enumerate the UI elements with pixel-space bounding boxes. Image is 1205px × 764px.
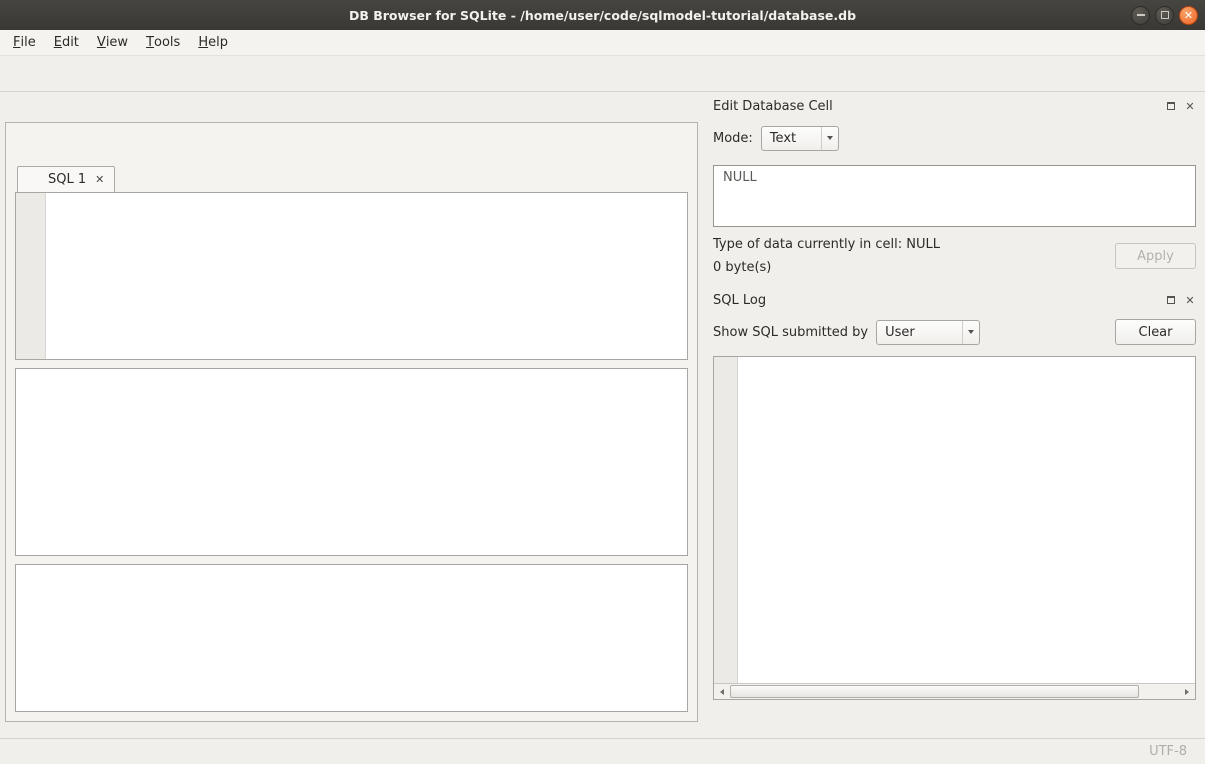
titlebar: DB Browser for SQLite - /home/user/code/… [0,0,1205,30]
results-message[interactable] [15,564,688,712]
main-area: SQL 1 Edit Database Cell [0,92,1205,738]
window-title: DB Browser for SQLite - /home/user/code/… [0,8,1205,23]
close-tab-icon[interactable] [92,172,104,187]
editor-code [46,193,687,359]
close-icon [1184,8,1193,23]
right-pane: Edit Database Cell Mode: Text NULL [705,92,1205,738]
dock-tabs [713,709,1196,736]
statusbar: UTF-8 [0,738,1205,764]
sql-editor[interactable] [15,192,688,360]
cell-info: Type of data currently in cell: NULL 0 b… [713,237,1196,275]
log-filter-dropdown[interactable]: User [876,320,980,345]
mode-label: Mode: [713,131,753,146]
minimize-icon [1137,14,1145,16]
sql-log-controls: Show SQL submitted by User Clear [713,317,1196,347]
minimize-button[interactable] [1131,6,1150,25]
sql-tab-label: SQL 1 [48,172,86,187]
log-filter-value: User [885,325,915,340]
clear-log-button[interactable]: Clear [1115,319,1196,345]
edit-cell-title: Edit Database Cell [713,99,833,114]
scroll-left-icon[interactable] [714,684,730,699]
menubar: FileEditViewToolsHelp [0,30,1205,56]
mode-value: Text [770,131,796,146]
menu-edit[interactable]: Edit [45,30,88,55]
sql-file-icon [28,173,42,187]
chevron-down-icon [962,321,979,344]
scroll-right-icon[interactable] [1179,684,1195,699]
sql-tab[interactable]: SQL 1 [17,166,115,192]
cell-value-editor[interactable]: NULL [713,165,1196,227]
log-code [738,357,1195,683]
maximize-button[interactable] [1155,6,1174,25]
edit-cell-header-buttons [1165,100,1196,112]
scrollbar-track[interactable] [730,684,1179,699]
close-panel-icon[interactable] [1184,294,1196,306]
sql-log-title: SQL Log [713,293,766,308]
menu-tools[interactable]: Tools [137,30,189,55]
main-toolbar [0,56,1205,92]
execute-sql-panel: SQL 1 [5,122,698,722]
menu-file[interactable]: File [4,30,45,55]
sql-log-area[interactable] [714,357,1195,683]
app-window: DB Browser for SQLite - /home/user/code/… [0,0,1205,764]
maximize-icon [1161,11,1169,19]
log-gutter [714,357,738,683]
float-panel-icon[interactable] [1165,294,1177,306]
editor-gutter [16,193,46,359]
log-hscrollbar[interactable] [714,683,1195,699]
apply-button[interactable]: Apply [1115,243,1196,269]
close-window-button[interactable] [1179,6,1198,25]
main-tabs [0,92,705,123]
close-panel-icon[interactable] [1184,100,1196,112]
float-panel-icon[interactable] [1165,100,1177,112]
cell-size-label: 0 byte(s) [713,260,940,275]
results-table[interactable] [15,368,688,556]
sql-log-header: SQL Log [713,289,1196,311]
sql-toolbar [15,128,688,162]
chevron-down-icon [821,127,838,150]
edit-cell-toolbar: Mode: Text [713,123,1196,153]
sql-log-header-buttons [1165,294,1196,306]
left-pane: SQL 1 [0,92,705,738]
sql-log-box [713,356,1196,700]
window-controls [1131,0,1198,30]
menu-view[interactable]: View [88,30,137,55]
scrollbar-thumb[interactable] [730,685,1139,698]
log-filter-label: Show SQL submitted by [713,325,868,340]
menu-help[interactable]: Help [189,30,237,55]
edit-cell-header: Edit Database Cell [713,95,1196,117]
cell-value-text: NULL [723,170,757,185]
cell-type-label: Type of data currently in cell: NULL [713,237,940,252]
encoding-label: UTF-8 [1149,744,1187,759]
sql-tabbar: SQL 1 [15,162,688,192]
mode-dropdown[interactable]: Text [761,126,839,151]
